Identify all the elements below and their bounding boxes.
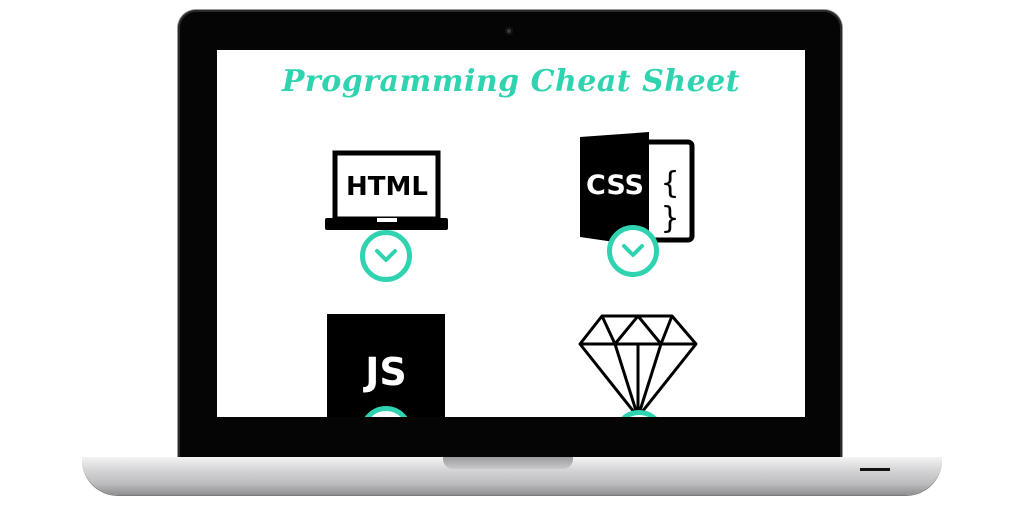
laptop-opening-notch: [443, 457, 573, 469]
page-title: Programming Cheat Sheet: [281, 64, 741, 99]
tile-html-expand-button[interactable]: [360, 230, 412, 282]
css-braces-icon: { }: [660, 166, 680, 236]
laptop-screen: Programming Cheat Sheet HTML CSS { } JS: [217, 50, 805, 417]
tile-js[interactable]: JS: [327, 314, 447, 417]
tile-css[interactable]: CSS { }: [579, 132, 699, 287]
tile-html[interactable]: HTML: [325, 150, 450, 285]
chevron-down-icon: [375, 249, 397, 262]
chevron-down-icon: [622, 244, 644, 257]
tile-css-label: CSS: [586, 170, 644, 201]
sleep-indicator-light: [860, 468, 890, 471]
tile-css-expand-button[interactable]: [607, 225, 659, 277]
diamond-icon: [578, 314, 698, 417]
tile-js-label: JS: [365, 350, 407, 394]
tile-diamond[interactable]: [577, 314, 699, 417]
webcam-icon: [505, 27, 513, 35]
tile-html-label: HTML: [346, 172, 428, 202]
